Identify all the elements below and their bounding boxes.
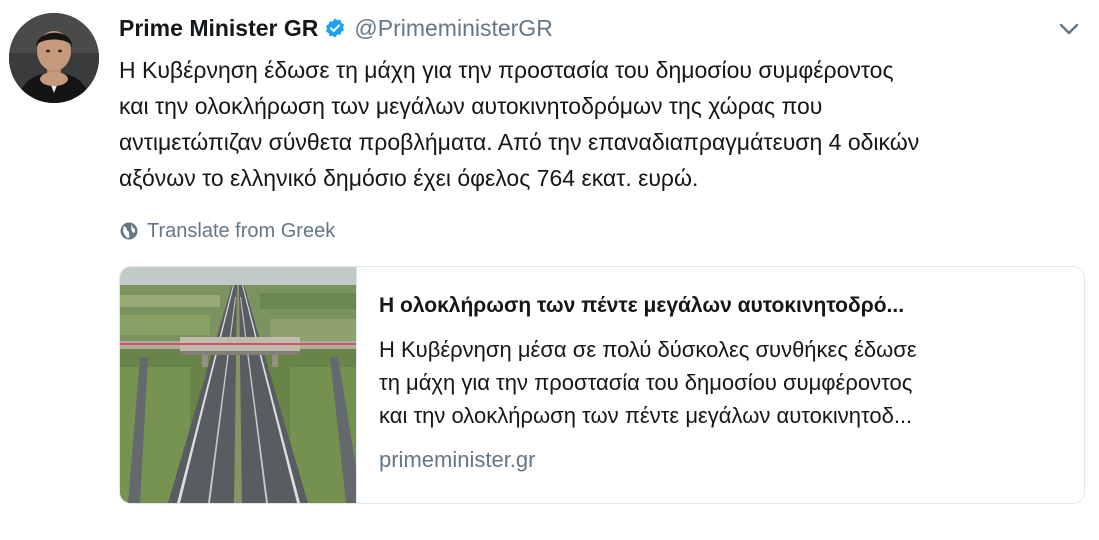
profile-photo [9, 13, 99, 103]
card-title: Η ολοκλήρωση των πέντε μεγάλων αυτοκινητ… [379, 294, 905, 317]
display-name[interactable]: Prime Minister GR [119, 15, 318, 42]
avatar[interactable] [9, 13, 99, 103]
globe-icon [119, 221, 139, 241]
tweet-text-line: Η Κυβέρνηση έδωσε τη μάχη για την προστα… [119, 57, 894, 83]
tweet-text-line: και την ολοκλήρωση των μεγάλων αυτοκινητ… [119, 93, 823, 119]
translate-link[interactable]: Translate from Greek [119, 218, 335, 244]
card-domain: primeminister.gr [379, 447, 536, 472]
card-description-line: Η Κυβέρνηση μέσα σε πολύ δύσκολες συνθήκ… [379, 337, 917, 362]
card-description: Η Κυβέρνηση μέσα σε πολύ δύσκολες συνθήκ… [379, 333, 1069, 432]
verified-badge-icon [324, 17, 346, 39]
tweet-text-line: αντιμετώπιζαν σύνθετα προβλήματα. Από τη… [119, 129, 920, 155]
highway-aerial-photo [120, 267, 357, 503]
tweet-header: Prime Minister GR @PrimeministerGR [119, 13, 553, 43]
tweet-text: Η Κυβέρνηση έδωσε τη μάχη για την προστα… [119, 52, 1069, 196]
link-card[interactable]: Η ολοκλήρωση των πέντε μεγάλων αυτοκινητ… [119, 266, 1085, 504]
translate-label: Translate from Greek [147, 219, 336, 242]
handle[interactable]: @PrimeministerGR [354, 15, 552, 42]
card-description-line: τη μάχη για την προστασία του δημοσίου σ… [379, 370, 913, 395]
card-description-line: και την ολοκλήρωση των πέντε μεγάλων αυτ… [379, 403, 913, 428]
chevron-down-icon[interactable] [1058, 20, 1080, 38]
tweet-text-line: αξόνων το ελληνικό δημόσιο έχει όφελος 7… [119, 165, 699, 191]
